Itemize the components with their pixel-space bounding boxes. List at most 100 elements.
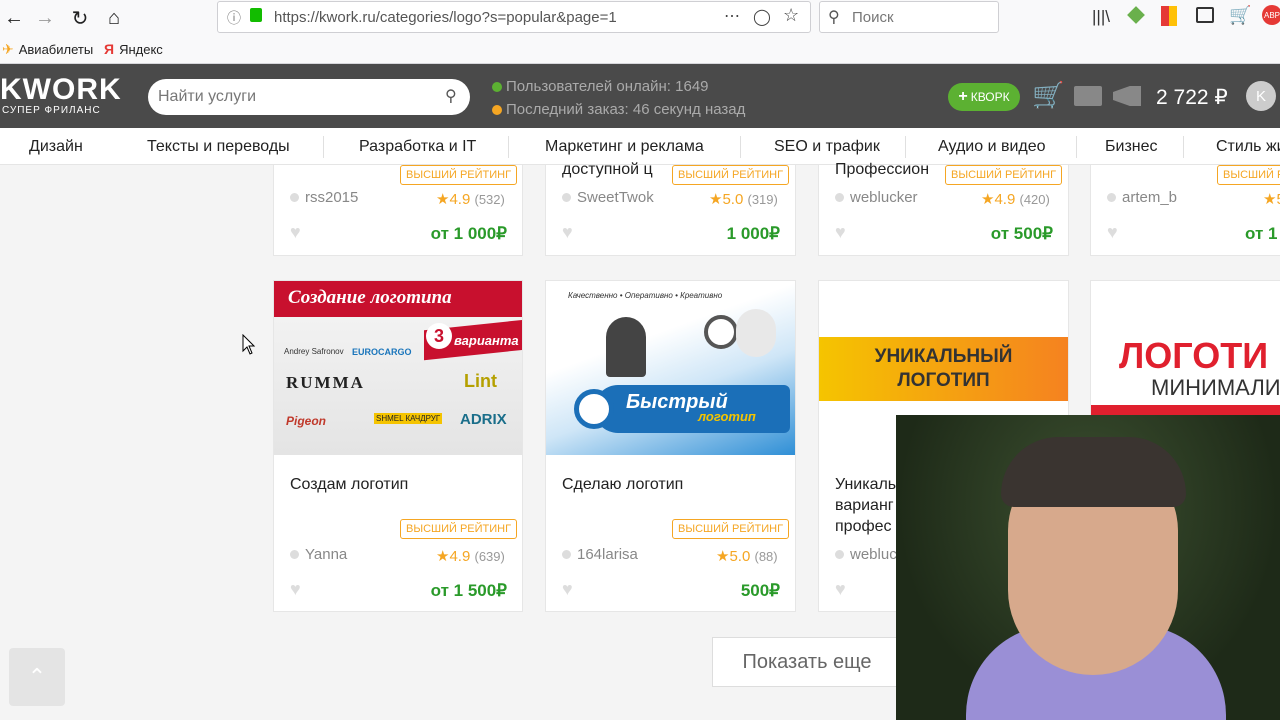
kwork-card[interactable]: ВЫСШИЙ РЕЙТИНГ artem_b ★5 ♥ от 1 [1090,165,1280,256]
category-business[interactable]: Бизнес [1105,138,1158,156]
card-title[interactable]: Профессион [835,159,929,180]
image-badge-text: варианта [454,333,519,348]
home-icon[interactable]: ⌂ [100,4,128,32]
kwork-card[interactable]: Создание логотипа 3 варианта Andrey Safr… [273,280,523,612]
cart-ext-icon[interactable]: 🛒 [1229,5,1251,26]
status-dot [290,193,299,202]
seller[interactable]: artem_b [1107,189,1177,206]
status-dot [290,550,299,559]
rating: ★5.0 (88) [716,548,778,565]
category-dev[interactable]: Разработка и IT [359,138,476,156]
mascot-figure [736,309,776,357]
users-online: Пользователей онлайн: 1649 [492,78,709,95]
browser-search-placeholder: Поиск [852,9,894,26]
url-bar[interactable]: ⓘ https://kwork.ru/categories/logo?s=pop… [217,1,811,33]
person-hair [1001,437,1186,507]
kwork-card[interactable]: доступной ц ВЫСШИЙ РЕЙТИНГ SweetTwok ★5.… [545,161,796,256]
category-design[interactable]: Дизайн [29,138,83,156]
seller[interactable]: webluc [835,546,897,563]
order-dot-icon [492,104,502,115]
search-placeholder: Найти услуги [158,88,257,105]
reload-icon[interactable]: ↻ [66,4,94,32]
lock-icon [250,8,262,22]
price: 1 000₽ [726,224,780,243]
rating: ★5.0 (319) [709,191,778,208]
image-sub-text: логотип [698,409,756,424]
image-text: УНИКАЛЬНЫЙ [874,346,1013,367]
site-logo[interactable]: KWORK [0,73,122,107]
bookmark-avia[interactable]: ✈ Авиабилеты [2,41,93,58]
heart-icon[interactable]: ♥ [835,222,846,243]
add-kwork-button[interactable]: + КВОРК [948,83,1020,111]
more-icon[interactable]: ⋯ [724,6,740,26]
category-lifestyle[interactable]: Стиль жи [1216,138,1280,156]
seller[interactable]: SweetTwok [562,189,654,206]
status-dot [835,193,844,202]
card-image[interactable]: Качественно • Оперативно • Креативно Быс… [546,281,795,455]
kwork-card[interactable]: Профессион ВЫСШИЙ РЕЙТИНГ weblucker ★4.9… [818,161,1069,256]
url-text[interactable]: https://kwork.ru/categories/logo?s=popul… [274,9,617,26]
show-more-button[interactable]: Показать еще [712,637,902,687]
seller-name: webluc [850,546,897,563]
top-rating-badge: ВЫСШИЙ РЕЙТИНГ [1217,165,1280,185]
card-title[interactable]: Сделаю логотип [562,474,683,495]
category-audio-video[interactable]: Аудио и видео [938,138,1046,156]
divider [905,136,906,158]
library-icon[interactable]: |||\ [1092,7,1110,27]
back-icon[interactable]: ← [0,4,28,32]
heart-icon[interactable]: ♥ [562,579,573,600]
heart-icon[interactable]: ♥ [290,222,301,243]
bookmark-star-icon[interactable]: ☆ [783,5,799,26]
card-title[interactable]: доступной ц [562,159,653,180]
browser-toolbar: ← → ↻ ⌂ ⓘ https://kwork.ru/categories/lo… [0,0,1280,36]
forward-icon[interactable]: → [31,4,59,32]
avatar[interactable]: K [1246,81,1276,111]
seller[interactable]: 164larisa [562,546,638,563]
service-search-input[interactable]: Найти услуги ⚲ [148,79,470,115]
seller-name: 164larisa [577,546,638,563]
pocket-icon[interactable]: ◯ [753,7,771,27]
kwork-card[interactable]: ВЫСШИЙ РЕЙТИНГ rss2015 ★4.9 (532) ♥ от 1… [273,165,523,256]
cart-icon[interactable]: 🛒 [1032,80,1064,111]
messages-icon[interactable] [1074,86,1102,106]
scroll-to-top-button[interactable]: ⌃ [9,648,65,706]
extension2-icon[interactable] [1161,6,1177,26]
price: от 1 000₽ [430,224,507,243]
browser-search[interactable]: ⚲ Поиск [819,1,999,33]
adblock-icon[interactable]: ABP [1262,5,1280,25]
seller-name: artem_b [1122,189,1178,206]
category-marketing[interactable]: Маркетинг и реклама [545,138,704,156]
seller[interactable]: Yanna [290,546,347,563]
heart-icon[interactable]: ♥ [290,579,301,600]
card-image[interactable]: Создание логотипа 3 варианта Andrey Safr… [274,281,522,455]
review-count: (639) [474,549,505,564]
card-title[interactable]: Создам логотип [290,474,408,495]
kwork-card[interactable]: Качественно • Оперативно • Креативно Быс… [545,280,796,612]
add-kwork-label: КВОРК [970,90,1010,104]
rating: ★5 [1263,190,1280,208]
seller[interactable]: weblucker [835,189,918,206]
status-dot [562,550,571,559]
bookmark-label: Яндекс [119,41,163,57]
category-seo[interactable]: SEO и трафик [774,138,880,156]
yandex-icon: Я [104,41,115,57]
search-icon[interactable]: ⚲ [445,86,457,106]
divider [508,136,509,158]
heart-icon[interactable]: ♥ [562,222,573,243]
sidebar-icon[interactable] [1196,7,1214,23]
webcam-overlay [896,415,1280,720]
category-texts[interactable]: Тексты и переводы [147,138,290,156]
plus-icon: + [958,88,968,105]
extension-icon[interactable] [1127,6,1145,24]
seller[interactable]: rss2015 [290,189,358,206]
mouse-cursor-icon [242,334,256,355]
logo-sample: Lint [464,371,497,391]
heart-icon[interactable]: ♥ [835,579,846,600]
info-icon[interactable]: ⓘ [227,8,241,28]
plane-icon: ✈ [2,41,14,57]
review-count: (532) [474,192,505,207]
bookmark-yandex[interactable]: Я Яндекс [104,41,163,57]
heart-icon[interactable]: ♥ [1107,222,1118,243]
price: от 1 [1245,224,1278,243]
balance[interactable]: 2 722 ₽ [1156,85,1228,110]
